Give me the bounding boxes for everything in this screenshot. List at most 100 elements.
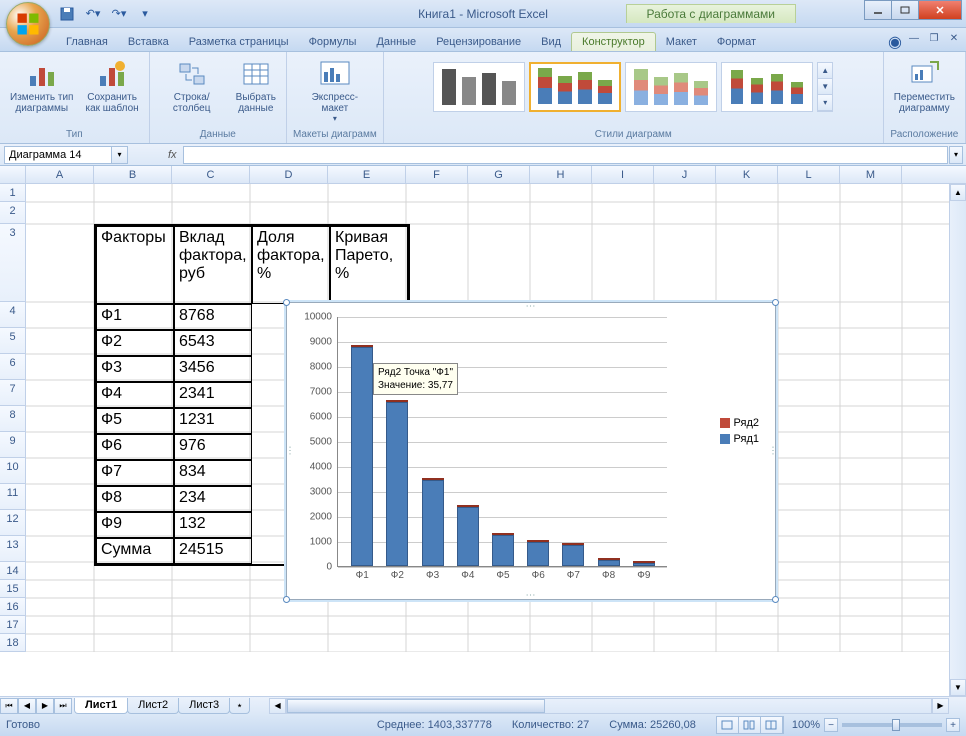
table-cell[interactable]: 3456 (174, 356, 252, 382)
table-cell[interactable]: Ф1 (96, 304, 174, 330)
table-header-cell[interactable]: Кривая Парето, % (330, 226, 408, 304)
mdi-minimize-icon[interactable]: — (906, 30, 922, 46)
row-header[interactable]: 13 (0, 536, 26, 562)
save-as-template-button[interactable]: Сохранить как шаблон (81, 56, 142, 116)
quick-layout-button[interactable]: Экспресс-макет▾ (299, 56, 371, 125)
table-header-cell[interactable]: Вклад фактора, руб (174, 226, 252, 304)
table-cell[interactable]: 6543 (174, 330, 252, 356)
qat-customize-icon[interactable]: ▾ (134, 3, 156, 25)
table-cell[interactable]: 976 (174, 434, 252, 460)
row-header[interactable]: 9 (0, 432, 26, 458)
row-header[interactable]: 12 (0, 510, 26, 536)
table-cell[interactable]: 1231 (174, 408, 252, 434)
row-header[interactable]: 5 (0, 328, 26, 354)
col-header[interactable]: J (654, 166, 716, 183)
chart-style-2[interactable] (529, 62, 621, 112)
col-header[interactable]: F (406, 166, 468, 183)
col-header[interactable]: I (592, 166, 654, 183)
undo-icon[interactable]: ↶▾ (82, 3, 104, 25)
zoom-slider[interactable] (842, 723, 942, 727)
prev-sheet-button[interactable]: ◀ (18, 698, 36, 714)
tab-insert[interactable]: Вставка (118, 33, 179, 51)
row-header[interactable]: 14 (0, 562, 26, 580)
row-header[interactable]: 1 (0, 184, 26, 202)
zoom-in-button[interactable]: + (946, 718, 960, 732)
resize-handle[interactable] (772, 596, 779, 603)
row-header[interactable]: 15 (0, 580, 26, 598)
minimize-button[interactable] (864, 0, 892, 20)
page-break-view-button[interactable] (761, 717, 783, 733)
row-header[interactable]: 16 (0, 598, 26, 616)
tab-data[interactable]: Данные (366, 33, 426, 51)
table-cell[interactable]: Ф7 (96, 460, 174, 486)
switch-row-column-button[interactable]: Строка/столбец (156, 56, 228, 116)
table-cell[interactable]: Ф4 (96, 382, 174, 408)
formula-input[interactable] (183, 146, 948, 164)
normal-view-button[interactable] (717, 717, 739, 733)
tab-chart-layout[interactable]: Макет (656, 33, 707, 51)
row-header[interactable]: 6 (0, 354, 26, 380)
table-cell[interactable]: Ф8 (96, 486, 174, 512)
close-button[interactable] (918, 0, 962, 20)
styles-more-button[interactable]: ▾ (818, 95, 832, 111)
chart-style-3[interactable] (625, 62, 717, 112)
last-sheet-button[interactable]: ⏭ (54, 698, 72, 714)
col-header[interactable]: M (840, 166, 902, 183)
new-sheet-button[interactable]: ⋆ (229, 698, 250, 714)
col-header[interactable]: L (778, 166, 840, 183)
chart-legend[interactable]: Ряд2 Ряд1 (720, 417, 759, 449)
tab-view[interactable]: Вид (531, 33, 571, 51)
table-cell[interactable]: Ф5 (96, 408, 174, 434)
tab-formulas[interactable]: Формулы (299, 33, 367, 51)
office-button[interactable] (6, 2, 50, 46)
table-header-cell[interactable]: Доля фактора, % (252, 226, 330, 304)
embedded-chart[interactable]: ⋯ ⋯ ⋯ ⋯ 01000200030004000500060007000800… (286, 302, 776, 600)
table-cell[interactable]: 8768 (174, 304, 252, 330)
scroll-right-button[interactable]: ▶ (932, 698, 949, 714)
redo-icon[interactable]: ↷▾ (108, 3, 130, 25)
save-icon[interactable] (56, 3, 78, 25)
table-cell[interactable]: 2341 (174, 382, 252, 408)
row-header[interactable]: 8 (0, 406, 26, 432)
row-header[interactable]: 2 (0, 202, 26, 224)
table-cell[interactable]: 234 (174, 486, 252, 512)
name-box-dropdown[interactable]: ▾ (112, 146, 128, 164)
table-header-cell[interactable]: Факторы (96, 226, 174, 304)
table-cell[interactable]: Ф6 (96, 434, 174, 460)
mdi-restore-icon[interactable]: ❐ (926, 30, 942, 46)
tab-chart-format[interactable]: Формат (707, 33, 766, 51)
table-cell[interactable]: Сумма (96, 538, 174, 564)
horizontal-scrollbar[interactable]: ◀ ▶ (269, 698, 949, 714)
col-header[interactable]: G (468, 166, 530, 183)
vertical-scrollbar[interactable]: ▲ ▼ (949, 184, 966, 696)
zoom-level[interactable]: 100% (792, 719, 820, 731)
chart-style-4[interactable] (721, 62, 813, 112)
chart-style-1[interactable] (433, 62, 525, 112)
select-all-corner[interactable] (0, 166, 26, 183)
styles-down-button[interactable]: ▼ (818, 79, 832, 95)
row-header[interactable]: 3 (0, 224, 26, 302)
sheet-tab[interactable]: Лист2 (127, 698, 179, 714)
table-cell[interactable]: 834 (174, 460, 252, 486)
move-chart-button[interactable]: Переместить диаграмму (890, 56, 959, 116)
next-sheet-button[interactable]: ▶ (36, 698, 54, 714)
col-header[interactable]: H (530, 166, 592, 183)
table-cell[interactable]: 24515 (174, 538, 252, 564)
scroll-up-button[interactable]: ▲ (950, 184, 966, 201)
tab-page-layout[interactable]: Разметка страницы (179, 33, 299, 51)
chart-plot-area[interactable]: 0100020003000400050006000700080009000100… (337, 317, 667, 567)
styles-up-button[interactable]: ▲ (818, 63, 832, 79)
row-header[interactable]: 11 (0, 484, 26, 510)
scroll-thumb[interactable] (287, 699, 545, 713)
row-header[interactable]: 4 (0, 302, 26, 328)
fx-icon[interactable]: fx (168, 149, 177, 161)
change-chart-type-button[interactable]: Изменить тип диаграммы (6, 56, 77, 116)
page-layout-view-button[interactable] (739, 717, 761, 733)
resize-handle[interactable] (283, 299, 290, 306)
table-cell[interactable]: 132 (174, 512, 252, 538)
col-header[interactable]: E (328, 166, 406, 183)
sheet-tab[interactable]: Лист1 (74, 698, 128, 714)
row-header[interactable]: 18 (0, 634, 26, 652)
tab-home[interactable]: Главная (56, 33, 118, 51)
scroll-left-button[interactable]: ◀ (269, 698, 286, 714)
